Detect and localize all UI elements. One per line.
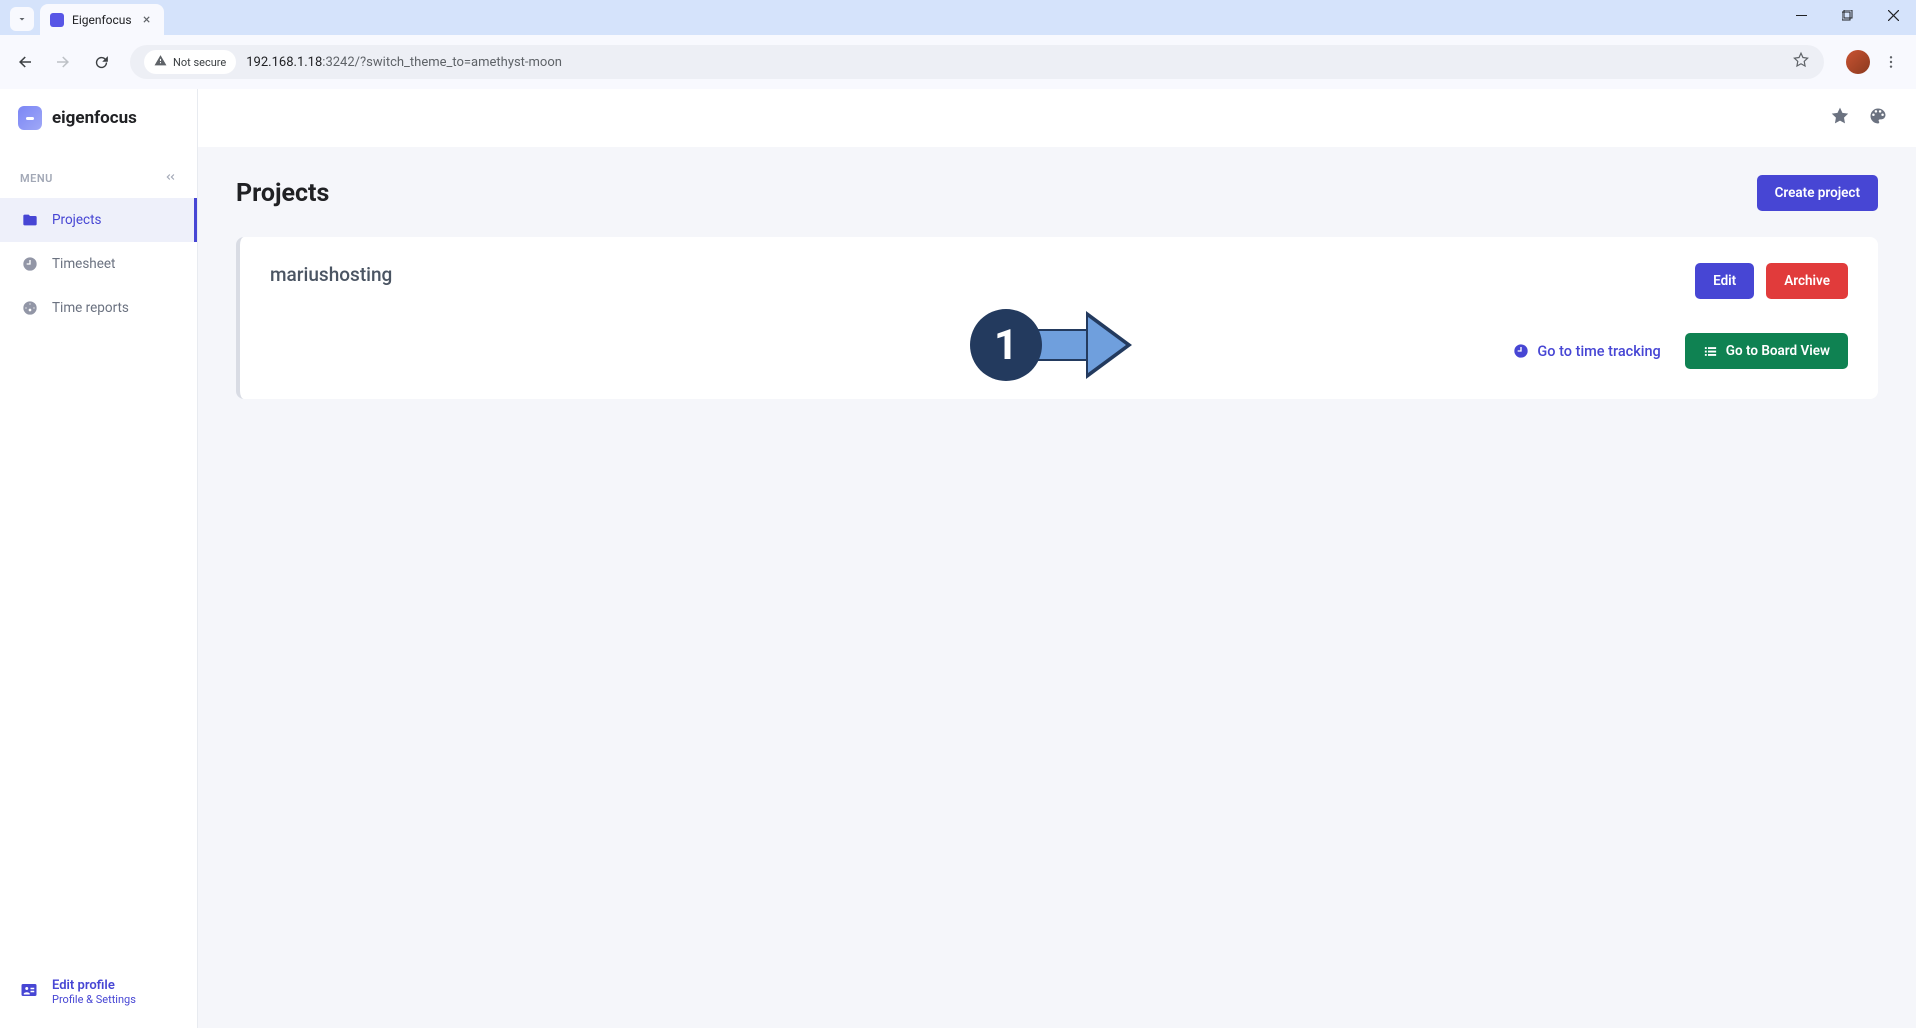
profile-title: Edit profile: [52, 978, 136, 993]
sidebar-header[interactable]: eigenfocus: [0, 89, 197, 147]
browser-profile-avatar[interactable]: [1846, 50, 1870, 74]
time-tracking-label: Go to time tracking: [1537, 343, 1660, 360]
warning-icon: [154, 54, 167, 70]
main-content: Projects Create project mariushosting Ed…: [198, 89, 1916, 1028]
palette-icon: [1868, 106, 1888, 126]
bookmark-star-button[interactable]: [1792, 51, 1810, 73]
chevron-down-icon: [16, 13, 28, 25]
gauge-icon: [22, 300, 38, 316]
window-close-button[interactable]: [1870, 0, 1916, 31]
browser-tab[interactable]: Eigenfocus ×: [40, 4, 164, 35]
sidebar-item-label: Timesheet: [52, 256, 115, 272]
window-controls: [1778, 0, 1916, 31]
favorite-button[interactable]: [1830, 106, 1850, 130]
nav-back-button[interactable]: [8, 45, 42, 79]
browser-menu-button[interactable]: [1874, 45, 1908, 79]
page-header: Projects Create project: [236, 175, 1878, 211]
tab-close-icon[interactable]: ×: [140, 13, 154, 27]
sidebar-edit-profile[interactable]: Edit profile Profile & Settings: [0, 964, 197, 1028]
page-title: Projects: [236, 179, 329, 208]
tab-title: Eigenfocus: [72, 13, 132, 27]
project-card: mariushosting Edit Archive Go to time tr…: [236, 237, 1878, 399]
collapse-sidebar-button[interactable]: [163, 169, 177, 188]
menu-section: MENU Projects Timesheet: [0, 147, 197, 330]
star-filled-icon: [1830, 106, 1850, 126]
id-card-icon: [20, 981, 38, 1003]
sidebar: eigenfocus MENU Projects Timesheet: [0, 89, 198, 1028]
reload-icon: [93, 54, 110, 71]
folder-icon: [22, 212, 38, 228]
edit-project-button[interactable]: Edit: [1695, 263, 1754, 299]
tab-history-dropdown[interactable]: [10, 7, 34, 31]
archive-project-button[interactable]: Archive: [1766, 263, 1848, 299]
project-card-header: mariushosting Edit Archive: [270, 263, 1848, 299]
nav-forward-button[interactable]: [46, 45, 80, 79]
sidebar-item-label: Time reports: [52, 300, 129, 316]
arrow-right-icon: [54, 53, 72, 71]
content-body: Projects Create project mariushosting Ed…: [198, 147, 1916, 1028]
browser-chrome: Eigenfocus ×: [0, 0, 1916, 89]
clock-filled-icon: [1513, 343, 1529, 359]
profile-text: Edit profile Profile & Settings: [52, 978, 136, 1006]
board-view-label: Go to Board View: [1726, 343, 1830, 359]
go-to-time-tracking-link[interactable]: Go to time tracking: [1513, 343, 1660, 360]
sidebar-item-timesheet[interactable]: Timesheet: [0, 242, 197, 286]
arrow-left-icon: [16, 53, 34, 71]
chevron-double-left-icon: [163, 170, 177, 184]
security-label: Not secure: [173, 56, 226, 69]
create-project-button[interactable]: Create project: [1757, 175, 1878, 211]
project-card-footer: Go to time tracking Go to Board View: [270, 333, 1848, 369]
window-maximize-button[interactable]: [1824, 0, 1870, 31]
project-name: mariushosting: [270, 263, 392, 286]
security-chip[interactable]: Not secure: [144, 50, 236, 74]
tab-favicon-icon: [50, 13, 64, 27]
top-bar: [198, 89, 1916, 147]
go-to-board-view-button[interactable]: Go to Board View: [1685, 333, 1848, 369]
clock-icon: [22, 256, 38, 272]
menu-label: MENU: [20, 172, 53, 185]
profile-subtitle: Profile & Settings: [52, 993, 136, 1006]
tab-bar: Eigenfocus ×: [0, 0, 1916, 35]
sidebar-item-projects[interactable]: Projects: [0, 198, 197, 242]
app-logo-icon: [18, 106, 42, 130]
url-text: 192.168.1.18:3242/?switch_theme_to=ameth…: [246, 55, 1782, 70]
project-actions: Edit Archive: [1695, 263, 1848, 299]
menu-label-row: MENU: [0, 159, 197, 198]
address-bar[interactable]: Not secure 192.168.1.18:3242/?switch_the…: [130, 45, 1824, 79]
nav-reload-button[interactable]: [84, 45, 118, 79]
window-minimize-button[interactable]: [1778, 0, 1824, 31]
star-icon: [1792, 51, 1810, 69]
sidebar-item-label: Projects: [52, 212, 102, 228]
app-container: eigenfocus MENU Projects Timesheet: [0, 89, 1916, 1028]
theme-button[interactable]: [1868, 106, 1888, 130]
address-bar-row: Not secure 192.168.1.18:3242/?switch_the…: [0, 35, 1916, 89]
sidebar-item-time-reports[interactable]: Time reports: [0, 286, 197, 330]
list-icon: [1703, 344, 1718, 359]
app-name: eigenfocus: [52, 108, 137, 128]
kebab-icon: [1883, 54, 1899, 70]
